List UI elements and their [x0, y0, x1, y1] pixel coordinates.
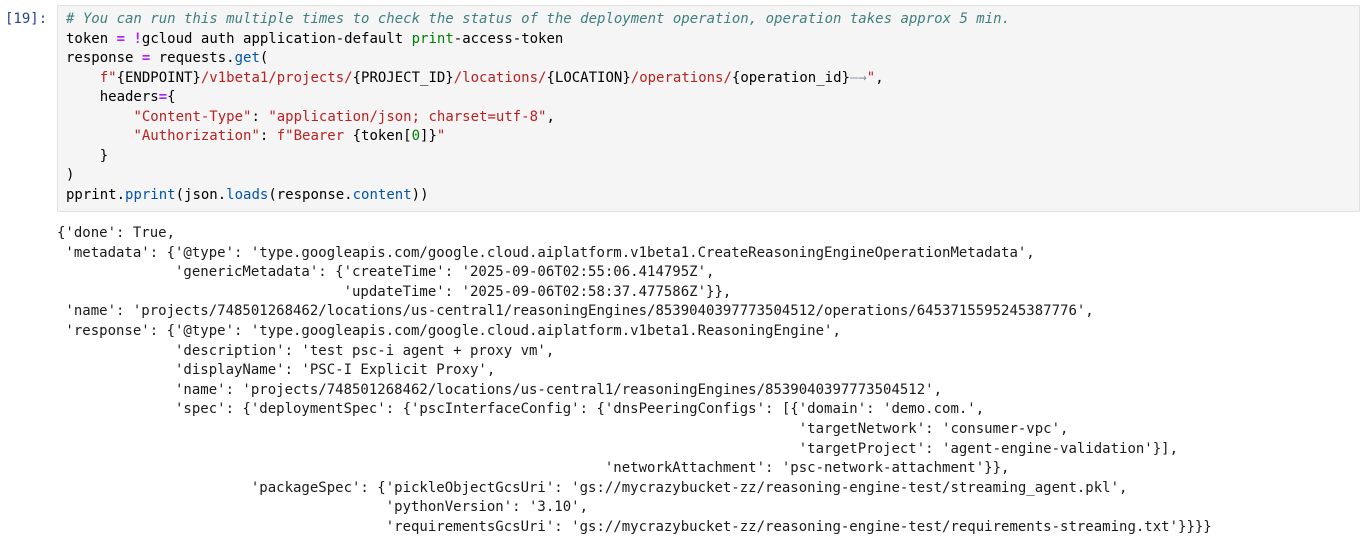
code-line: headers={: [66, 89, 176, 105]
output-prompt-spacer: [0, 222, 57, 227]
code-line: # You can run this multiple times to che…: [66, 11, 1010, 27]
code-line: token = !gcloud auth application-default…: [66, 31, 563, 47]
code-line: "Authorization": f"Bearer {token[0]}": [66, 128, 445, 144]
code-editor[interactable]: # You can run this multiple times to che…: [66, 10, 1355, 205]
code-cell-input[interactable]: # You can run this multiple times to che…: [57, 5, 1360, 212]
output-text: {'done': True, 'metadata': {'@type': 'ty…: [57, 222, 1361, 538]
code-line: response = requests.get(: [66, 50, 268, 66]
code-line: f"{ENDPOINT}/v1beta1/projects/{PROJECT_I…: [66, 70, 884, 86]
cell-output: {'done': True, 'metadata': {'@type': 'ty…: [0, 222, 1361, 538]
code-line: }: [66, 148, 108, 164]
code-line: pprint.pprint(json.loads(response.conten…: [66, 187, 429, 203]
execution-count-prompt: [19]:: [0, 5, 57, 30]
code-cell: [19]: # You can run this multiple times …: [0, 5, 1361, 212]
code-line: "Content-Type": "application/json; chars…: [66, 109, 555, 125]
code-line: ): [66, 167, 74, 183]
notebook-page: [19]: # You can run this multiple times …: [0, 0, 1363, 538]
